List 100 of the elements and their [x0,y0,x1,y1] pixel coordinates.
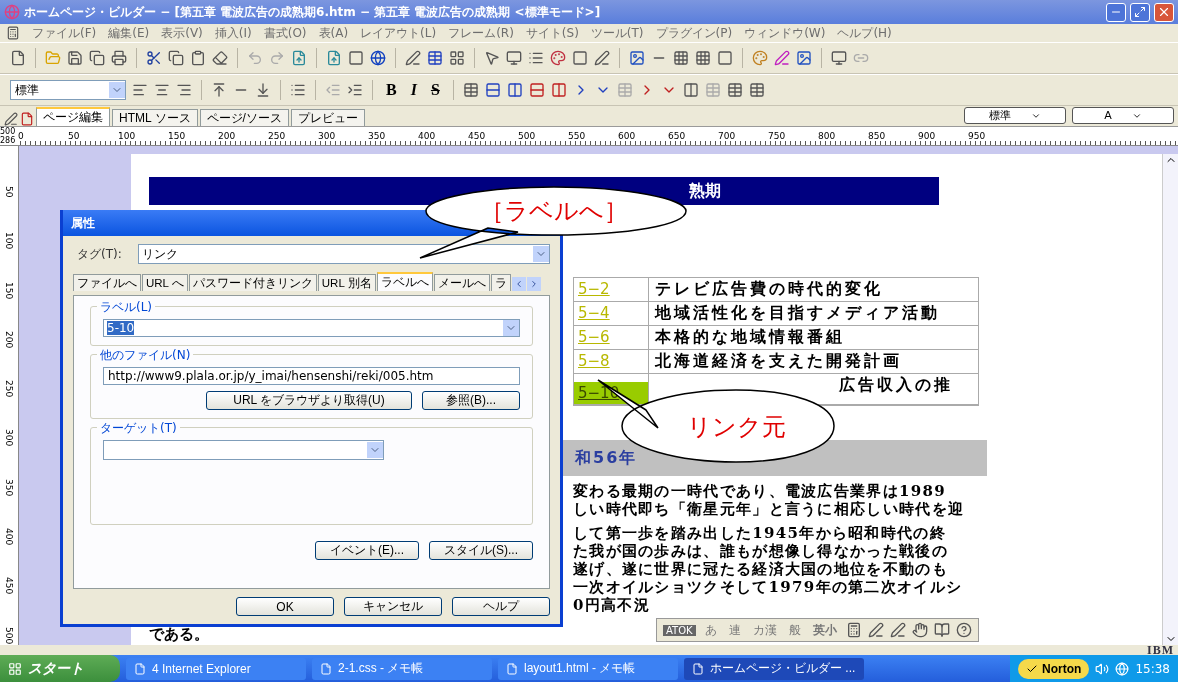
dialog-button[interactable]: OK [236,597,334,616]
monitor-icon[interactable] [831,50,847,66]
taskbar-button[interactable]: ホームページ・ビルダー ... [684,657,864,680]
dictionary-icon[interactable] [933,622,950,638]
table-properties-icon[interactable] [748,82,765,98]
strikethrough-button[interactable]: S [426,81,444,99]
upload-icon[interactable] [291,50,307,66]
copy-icon[interactable] [168,50,184,66]
image-icon[interactable] [629,50,645,66]
tag-select[interactable]: リンク [137,244,550,264]
indent-icon[interactable] [347,82,363,98]
norton-button[interactable]: Norton [1018,658,1090,679]
menu-item[interactable]: ヘルプ(H) [837,24,892,42]
delete-column-icon[interactable] [550,82,567,98]
dialog-tab[interactable]: ラベルへ [376,272,433,291]
network-icon[interactable] [1115,661,1130,676]
menu-item[interactable]: 挿入(I) [214,24,252,42]
paste-icon[interactable] [190,50,206,66]
browser-url-button[interactable]: URL をブラウザより取得(U) [206,391,412,410]
select-icon[interactable] [484,50,500,66]
menu-item[interactable]: プラグイン(P) [655,24,733,42]
style-button[interactable]: スタイル(S)... [429,541,533,560]
view-tab[interactable]: プレビュー [290,109,365,126]
cut-icon[interactable] [146,50,162,66]
taskbar-button[interactable]: layout1.html - メモ帳 [498,657,678,680]
help-icon[interactable] [955,622,972,638]
picture-icon[interactable] [796,50,812,66]
menu-item[interactable]: 編集(E) [108,24,150,42]
ime-mode[interactable]: 英小 [809,621,840,639]
window-icon[interactable] [506,50,522,66]
ime-mode[interactable]: 連 [725,621,744,639]
menu-item[interactable]: 書式(O) [263,24,307,42]
view-tab[interactable]: HTML ソース [112,109,198,126]
close-button[interactable] [1154,2,1174,22]
dialog-tab[interactable]: ファイルへ [73,274,141,291]
palette-icon[interactable] [752,50,768,66]
ime-mode[interactable]: ATOK [663,624,696,636]
dialog-tab[interactable]: URL 別名 [317,274,376,291]
align-center-icon[interactable] [154,82,170,98]
start-button[interactable]: スタート [0,655,120,682]
restore-button[interactable] [1130,2,1150,22]
layout-icon[interactable] [572,50,588,66]
bold-button[interactable]: B [382,81,401,99]
delete-row-icon[interactable] [528,82,545,98]
align-right-icon[interactable] [176,82,192,98]
dialog-tab[interactable]: メールへ [433,274,490,291]
menu-item[interactable]: ツール(T) [590,24,644,42]
view-tab[interactable]: ページ編集 [36,107,110,126]
edit-icon[interactable] [405,50,421,66]
taskbar-button[interactable]: 4 Internet Explorer [126,657,306,680]
view-tab[interactable]: ページ/ソース [199,109,289,126]
save-icon[interactable] [67,50,83,66]
label-select[interactable]: 5-10 [103,319,520,337]
insert-row-icon[interactable] [484,82,501,98]
url-field[interactable]: http://www9.plala.or.jp/y_imai/hensenshi/reki/005.htm [103,367,520,385]
calculator-icon[interactable] [845,622,862,638]
table-icon[interactable] [462,82,479,98]
handwriting-icon[interactable] [889,622,906,638]
hand-icon[interactable] [911,622,928,638]
menu-item[interactable]: ウィンドウ(W) [744,24,826,42]
frame-icon[interactable] [348,50,364,66]
print-icon[interactable] [111,50,127,66]
align-top-icon[interactable] [211,82,227,98]
menu-item[interactable]: フレーム(R) [448,24,514,42]
ime-mode[interactable]: カ漢 [749,621,780,639]
browser-icon[interactable] [370,50,386,66]
menu-item[interactable]: サイト(S) [525,24,579,42]
list-icon[interactable] [290,82,306,98]
page-icon[interactable] [20,112,34,126]
taskbar-button[interactable]: 2-1.css - メモ帳 [312,657,492,680]
insert-column-icon[interactable] [506,82,523,98]
browse-button[interactable]: 参照(B)... [422,391,520,410]
menu-item[interactable]: レイアウト(L) [360,24,437,42]
ime-mode[interactable]: あ [701,621,720,639]
menu-item[interactable]: ファイル(F) [32,24,97,42]
dialog-button[interactable]: キャンセル [344,597,442,616]
split-cells-icon[interactable] [682,82,699,98]
grid-icon[interactable] [673,50,689,66]
align-left-icon[interactable] [132,82,148,98]
merge-cells-icon[interactable] [616,82,633,98]
new-page-icon[interactable] [10,50,26,66]
table-icon[interactable] [427,50,443,66]
font-select[interactable]: 標準 [964,107,1066,124]
color-icon[interactable] [550,50,566,66]
publish-icon[interactable] [326,50,342,66]
site-icon[interactable] [449,50,465,66]
volume-icon[interactable] [1095,661,1110,676]
font-select[interactable]: A [1072,107,1174,124]
ime-mode[interactable]: 般 [785,621,804,639]
list-view-icon[interactable] [528,50,544,66]
menu-item[interactable]: 表示(V) [161,24,203,42]
target-select[interactable] [103,440,384,460]
menu-item[interactable]: 表(A) [318,24,349,42]
align-bottom-icon[interactable] [255,82,271,98]
eraser-icon[interactable] [212,50,228,66]
event-button[interactable]: イベント(E)... [315,541,419,560]
italic-button[interactable]: I [406,81,421,99]
tab-scroll-right-button[interactable] [526,277,541,291]
dialog-button[interactable]: ヘルプ [452,597,550,616]
pencil-icon[interactable] [594,50,610,66]
